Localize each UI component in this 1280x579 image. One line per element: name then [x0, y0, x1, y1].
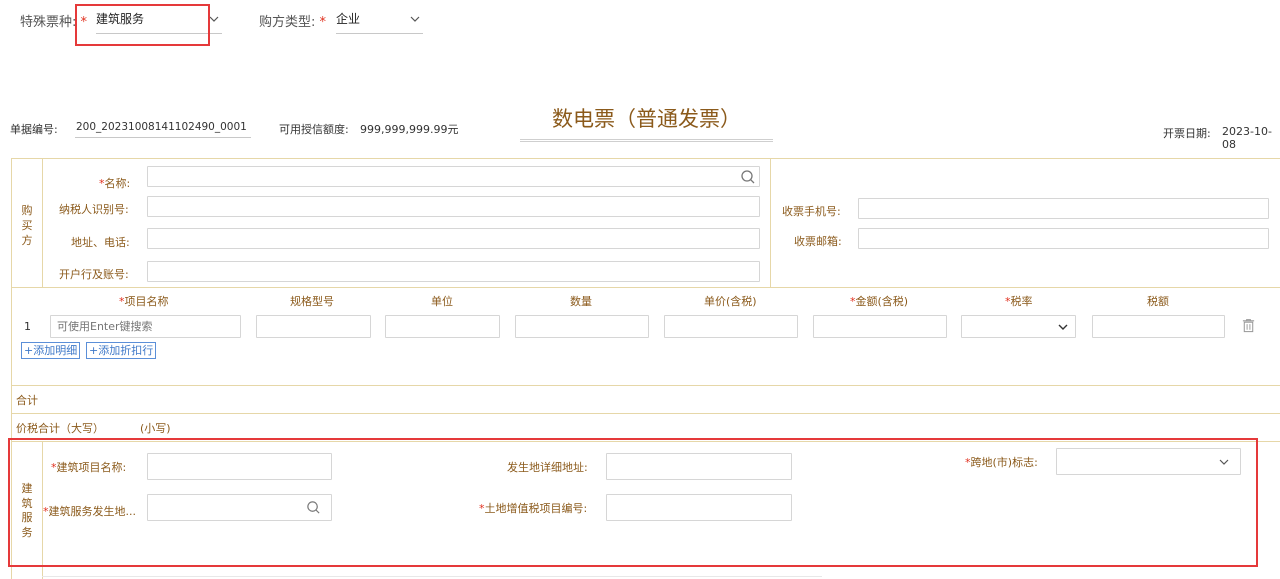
- construction-side-char: 筑: [21, 496, 33, 510]
- tax-rate-select[interactable]: [961, 315, 1076, 338]
- land-tax-input[interactable]: [606, 494, 792, 521]
- buyer-side-char: 购: [21, 204, 33, 217]
- construction-side-char: 建: [21, 482, 33, 495]
- page-title-text: 数电票（普通发票）: [552, 107, 741, 131]
- buyer-mid-divider: [770, 158, 771, 287]
- add-discount-button[interactable]: +添加折扣行: [86, 342, 157, 359]
- buyer-bank-label: 开户行及账号:: [59, 268, 129, 281]
- detail-address-label: 发生地详细地址:: [507, 461, 588, 474]
- col-spec: 规格型号: [290, 295, 334, 308]
- col-amount-text: 金额(含税): [855, 295, 909, 308]
- doc-no-field: 200_20231008141102490_0001: [75, 118, 251, 138]
- chevron-down-icon: [410, 16, 420, 22]
- col-tax-rate: *税率: [1005, 293, 1033, 309]
- search-icon[interactable]: [740, 169, 756, 185]
- sum-bottom: [11, 413, 1280, 414]
- buyer-phone-label: 收票手机号:: [782, 205, 841, 218]
- buyer-bottom: [11, 287, 1280, 288]
- col-tax-rate-text: 税率: [1010, 295, 1033, 308]
- buyer-side-char: 买: [21, 219, 33, 232]
- spec-input[interactable]: [256, 315, 371, 338]
- construction-side-char: 务: [21, 525, 33, 539]
- sum-label: 合计: [16, 394, 38, 407]
- buyer-email-label: 收票邮箱:: [794, 235, 842, 248]
- buyer-taxid-label: 纳税人识别号:: [59, 203, 129, 216]
- credit-label: 可用授信额度:: [279, 123, 349, 136]
- buyer-type-label-text: 购方类型:: [259, 15, 316, 30]
- required-mark: *: [319, 15, 327, 30]
- ticket-type-label-text: 特殊票种:: [20, 15, 77, 30]
- doc-no-label: 单据编号:: [10, 123, 58, 136]
- buyer-address-label: 地址、电话:: [71, 236, 130, 249]
- service-location-label: *建筑服务发生地...: [43, 503, 136, 519]
- buyer-side-divider: [42, 158, 43, 287]
- search-icon[interactable]: [306, 500, 321, 515]
- buyer-side-label: 购 买 方: [20, 203, 34, 248]
- quantity-input[interactable]: [515, 315, 649, 338]
- buyer-type-value: 企业: [336, 12, 361, 26]
- construction-side-label: 建 筑 服 务: [20, 482, 34, 540]
- chevron-down-icon: [1219, 459, 1229, 465]
- amount-input[interactable]: [813, 315, 947, 338]
- buyer-email-input[interactable]: [858, 228, 1269, 249]
- item-name-input[interactable]: [50, 315, 241, 338]
- col-amount: *金额(含税): [850, 293, 908, 309]
- land-tax-label: *土地增值税项目编号:: [479, 500, 587, 516]
- service-location-input[interactable]: [147, 494, 332, 521]
- buyer-bank-input[interactable]: [147, 261, 760, 282]
- items-bottom: [11, 385, 1280, 386]
- ticket-type-highlight: [75, 4, 210, 46]
- page-title: 数电票（普通发票）: [520, 104, 773, 142]
- col-tax-amount: 税额: [1147, 295, 1169, 308]
- buyer-name-label-text: 名称:: [104, 177, 131, 190]
- frame-top: [11, 158, 1280, 159]
- cross-region-label-text: 跨地(市)标志:: [970, 456, 1038, 469]
- land-tax-label-text: 土地增值税项目编号:: [484, 502, 588, 515]
- buyer-name-input[interactable]: [147, 166, 760, 187]
- col-unit-price: 单价(含税): [704, 295, 757, 308]
- unit-price-input[interactable]: [664, 315, 798, 338]
- project-name-label-text: 建筑项目名称:: [56, 461, 127, 474]
- total-label: 价税合计（大写）: [16, 422, 104, 435]
- buyer-type-label: 购方类型: *: [259, 11, 326, 30]
- issue-date-value: 2023-10-08: [1222, 125, 1272, 151]
- cross-region-select[interactable]: [1056, 448, 1241, 475]
- cross-region-label: *跨地(市)标志:: [965, 454, 1038, 470]
- buyer-taxid-input[interactable]: [147, 196, 760, 217]
- col-item-name: *项目名称: [119, 293, 169, 309]
- trash-icon[interactable]: [1241, 318, 1256, 333]
- issue-date-label: 开票日期:: [1163, 127, 1211, 140]
- credit-value: 999,999,999.99元: [360, 123, 459, 136]
- buyer-name-label: *名称:: [99, 175, 130, 191]
- detail-address-input[interactable]: [606, 453, 792, 480]
- row-number: 1: [24, 320, 31, 333]
- construction-side-char: 服: [21, 511, 33, 524]
- bottom-partial-line: [42, 576, 822, 577]
- add-detail-button[interactable]: +添加明细: [21, 342, 81, 359]
- unit-input[interactable]: [385, 315, 500, 338]
- col-unit: 单位: [431, 295, 453, 308]
- service-location-label-text: 建筑服务发生地...: [48, 505, 137, 518]
- col-item-name-text: 项目名称: [124, 295, 169, 308]
- col-quantity: 数量: [570, 295, 592, 308]
- tax-amount-input[interactable]: [1092, 315, 1225, 338]
- buyer-address-input[interactable]: [147, 228, 760, 249]
- chevron-down-icon: [1058, 324, 1068, 330]
- buyer-side-char: 方: [21, 234, 33, 247]
- doc-no-value: 200_20231008141102490_0001: [76, 121, 247, 133]
- buyer-phone-input[interactable]: [858, 198, 1269, 219]
- project-name-label: *建筑项目名称:: [51, 459, 126, 475]
- total-small-label: (小写): [140, 422, 171, 435]
- project-name-input[interactable]: [147, 453, 332, 480]
- buyer-type-select[interactable]: 企业: [336, 8, 423, 34]
